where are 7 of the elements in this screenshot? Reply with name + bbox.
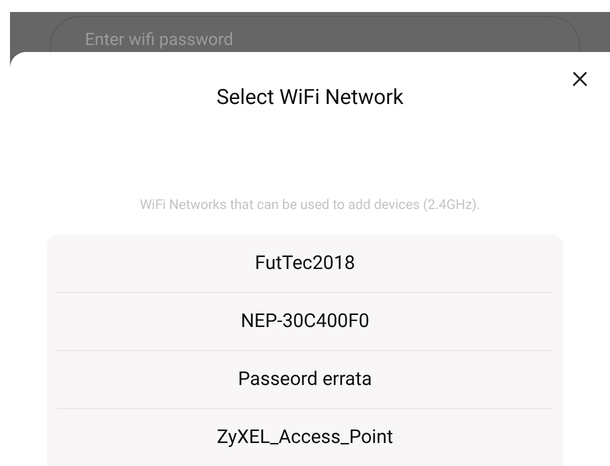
dialog-title: Select WiFi Network xyxy=(216,85,404,112)
subtitle: WiFi Networks that can be used to add devices (2.4GHz). xyxy=(140,196,480,214)
close-button[interactable]: × xyxy=(566,62,594,92)
network-item[interactable]: NEP-30C400F0 xyxy=(57,292,553,350)
network-item[interactable]: ZyXEL_Access_Point xyxy=(57,408,553,466)
network-item[interactable]: FutTec2018 xyxy=(57,234,553,292)
network-item[interactable]: Passeord errata xyxy=(57,350,553,408)
